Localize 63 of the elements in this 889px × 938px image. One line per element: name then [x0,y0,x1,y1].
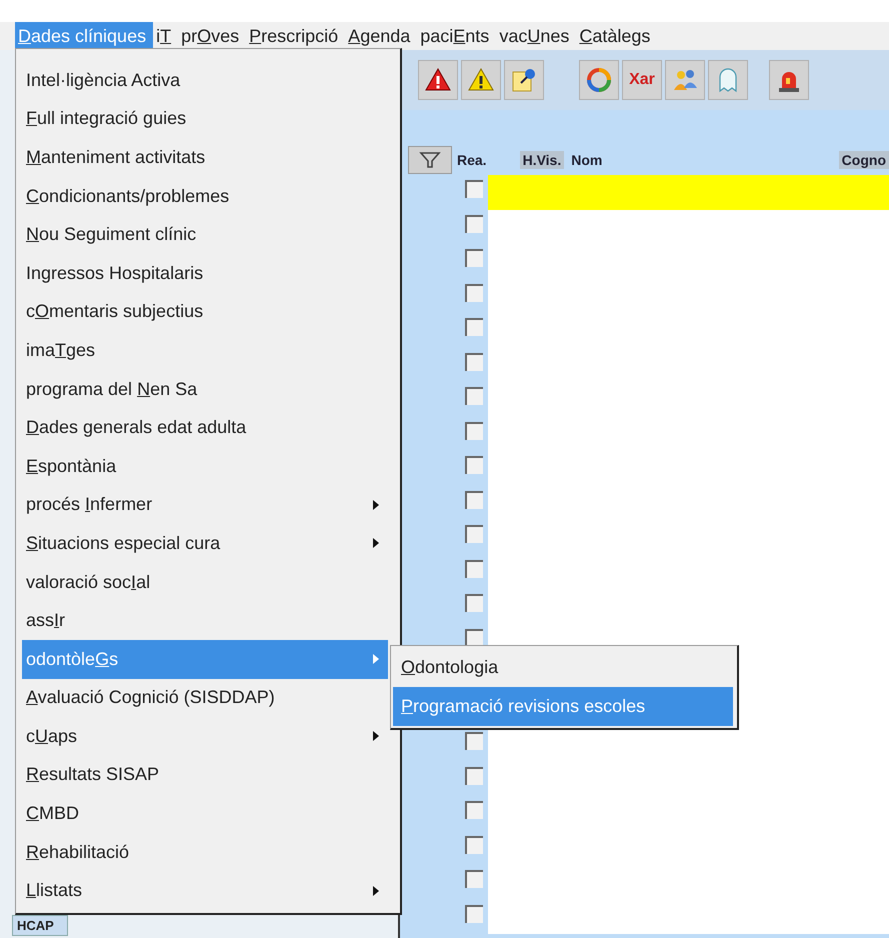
checkbox[interactable] [465,490,483,508]
checkbox[interactable] [465,456,483,474]
menu-bar-item[interactable]: vacUnes [496,22,576,50]
column-header[interactable]: Cogno [838,151,889,169]
table-row[interactable] [488,727,889,762]
checkbox[interactable] [465,180,483,198]
menu-item[interactable]: valoració socIal [22,562,388,602]
tab[interactable]: HCAP [12,915,68,936]
menu-bar-item[interactable]: prOves [178,22,246,50]
circular-arrows-icon [585,66,613,94]
checkbox[interactable] [465,352,483,370]
checkbox[interactable] [465,249,483,267]
menu-item[interactable]: procés Infermer [22,486,388,524]
checkbox[interactable] [465,387,483,405]
filter-button[interactable] [408,146,452,174]
menu-item[interactable]: cUaps [22,717,388,756]
menu-item[interactable]: Rehabilitació [22,832,388,872]
toolbar-button[interactable] [769,60,809,100]
toolbar-button[interactable] [418,60,458,100]
column-header[interactable]: Rea. [454,151,490,169]
checkbox[interactable] [465,732,483,750]
menu-item[interactable]: imaTges [22,331,388,370]
menu-bar-item[interactable]: iT [153,22,178,50]
menu-item[interactable]: Condicionants/problemes [22,176,388,216]
menu-item[interactable]: Full integració guies [22,100,388,138]
checkbox[interactable] [465,214,483,232]
checkbox[interactable] [465,904,483,922]
checkbox[interactable] [465,870,483,888]
menu-bar-item[interactable]: Prescripció [246,22,346,50]
menu-bar-item[interactable]: Catàlegs [576,22,658,50]
menu-bar-item[interactable]: Agenda [345,22,418,50]
menu-bar-item[interactable]: paciEnts [417,22,496,50]
checkbox[interactable] [465,801,483,819]
menu-item[interactable]: CMBD [22,794,388,833]
column-header[interactable]: H.Vis. [520,151,564,169]
menu-item[interactable]: Nou Seguiment clínic [22,215,388,254]
menu-item[interactable]: Espontània [22,446,388,486]
column-header[interactable]: Nom [568,151,606,169]
menu-item[interactable]: programa del Nen Sa [22,370,388,408]
filter-icon [419,151,441,169]
checkbox[interactable] [465,422,483,440]
menu-item[interactable]: Dades generals edat adulta [22,408,388,447]
checkbox[interactable] [465,628,483,646]
menu-item[interactable]: Resultats SISAP [22,756,388,794]
checkbox[interactable] [465,560,483,578]
toolbar-button[interactable] [461,60,501,100]
menu-item[interactable]: Odontologia [393,648,733,687]
checkbox[interactable] [465,525,483,543]
menu-item[interactable]: assIr [22,601,388,640]
checkbox[interactable] [465,766,483,784]
checkbox[interactable] [465,318,483,336]
checkbox[interactable] [465,836,483,854]
menu-item[interactable]: Intel·ligència Activa [22,61,388,100]
menu-item[interactable]: Ingressos Hospitalaris [22,254,388,293]
menu-item[interactable]: Situacions especial cura [22,524,388,563]
menu-item[interactable]: Avaluació Cognició (SISDDAP) [22,678,388,718]
pushpin-note-icon [510,66,538,94]
checkbox[interactable] [465,284,483,302]
menu-item[interactable]: Llistats [22,871,388,910]
menu-item[interactable]: cOmentaris subjectius [22,292,388,332]
toolbar-button[interactable]: Xar [622,60,662,100]
menu-item[interactable]: Manteniment activitats [22,138,388,177]
checkbox[interactable] [465,594,483,612]
